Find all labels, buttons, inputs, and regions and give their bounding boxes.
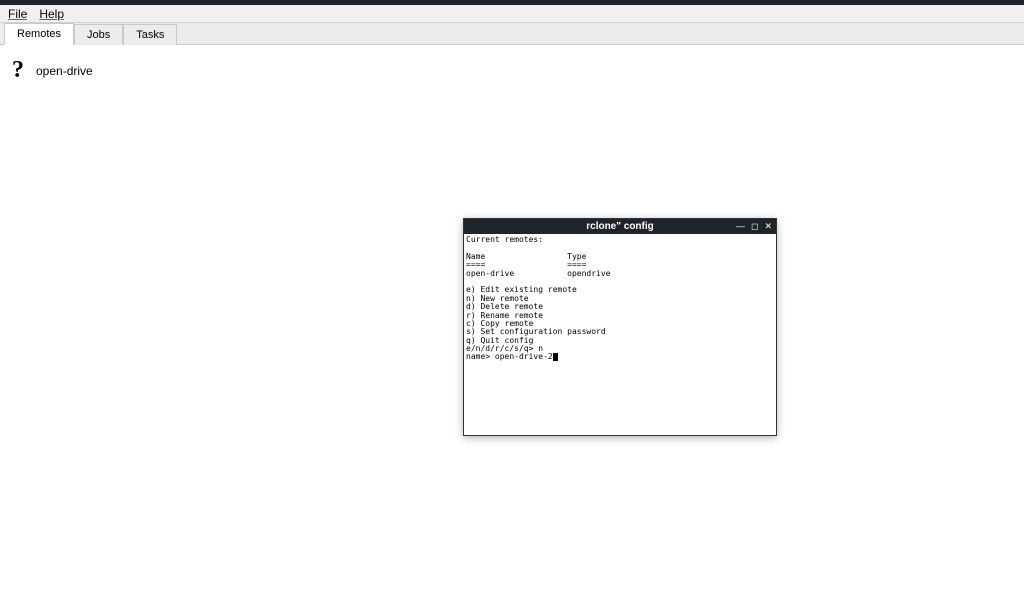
term-line: open-drive opendrive [466,269,611,278]
maximize-icon[interactable]: ◻ [751,222,758,231]
cursor-icon [553,353,558,361]
term-line: name> open-drive-2 [466,352,553,361]
remote-label: open-drive [36,64,93,78]
terminal-titlebar[interactable]: rclone" config — ◻ ✕ [464,219,776,234]
terminal-body[interactable]: Current remotes: Name Type ==== ==== ope… [464,234,776,435]
tab-tasks[interactable]: Tasks [123,24,177,45]
menu-file[interactable]: File [8,7,27,21]
term-line: Current remotes: [466,235,543,244]
tab-jobs[interactable]: Jobs [74,24,123,45]
close-icon[interactable]: ✕ [764,222,772,231]
question-icon: ? [12,57,24,84]
tabbar: Remotes Jobs Tasks [0,23,1024,45]
tab-remotes[interactable]: Remotes [4,23,74,45]
menubar: File Help [0,5,1024,23]
menu-help[interactable]: Help [39,7,64,21]
remote-item[interactable]: ? open-drive [12,57,1012,84]
minimize-icon[interactable]: — [736,222,745,231]
terminal-window: rclone" config — ◻ ✕ Current remotes: Na… [463,218,777,436]
terminal-controls: — ◻ ✕ [736,222,772,231]
terminal-title: rclone" config [586,221,654,232]
